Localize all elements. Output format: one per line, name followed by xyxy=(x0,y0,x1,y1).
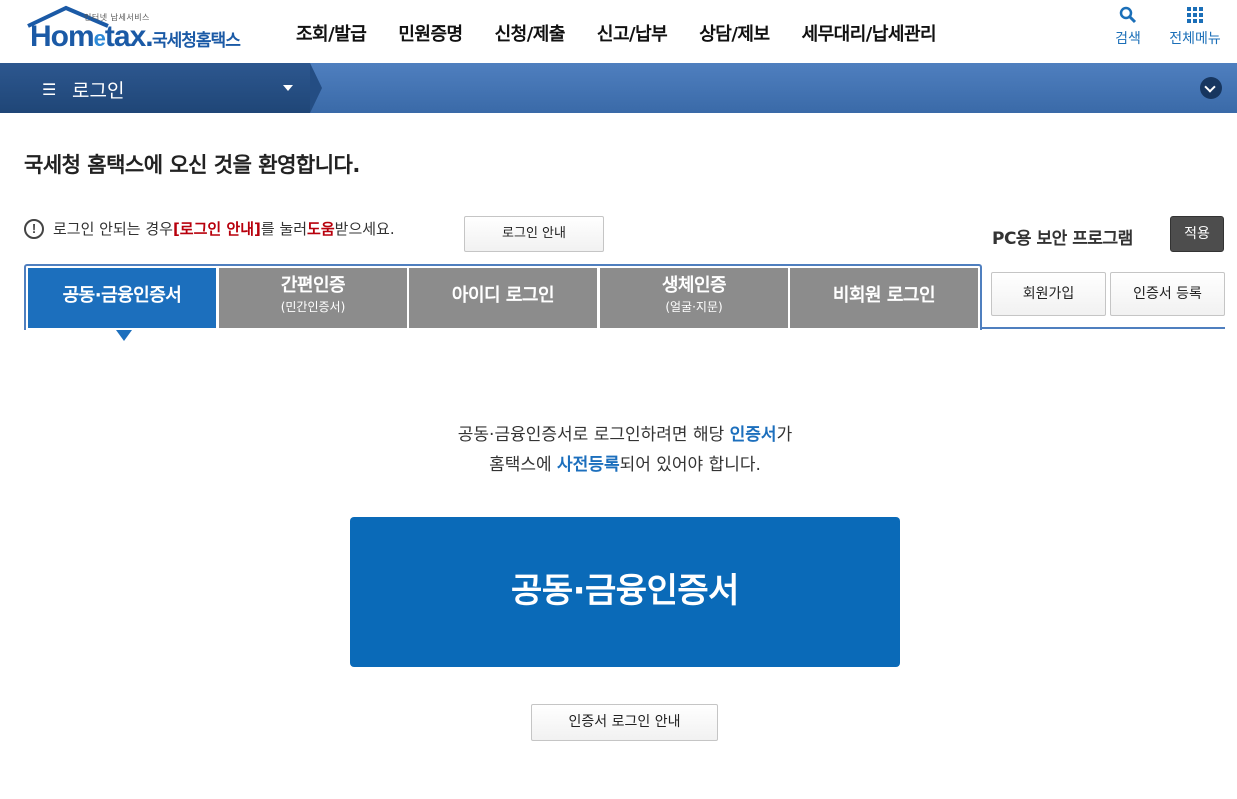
search-icon xyxy=(1119,6,1137,24)
tab-guest-login[interactable]: 비회원 로그인 xyxy=(790,268,978,328)
location-bar: ☰ 로그인 xyxy=(0,63,1237,113)
message-line-2: 홈택스에 사전등록되어 있어야 합니다. xyxy=(489,455,761,475)
tabs-underline xyxy=(982,327,1225,329)
chevron-down-icon[interactable] xyxy=(1200,77,1222,99)
nav-item-consult[interactable]: 상담/제보 xyxy=(699,20,770,46)
join-button[interactable]: 회원가입 xyxy=(991,272,1106,316)
active-tab-pointer xyxy=(116,330,132,341)
certificate-login-button[interactable]: 공동·금융인증서 xyxy=(350,517,900,667)
welcome-heading: 국세청 홈택스에 오신 것을 환영합니다. xyxy=(24,153,360,177)
search-button[interactable]: 검색 xyxy=(1110,6,1146,48)
notice-suffix: 받으세요. xyxy=(334,220,395,238)
exclamation-icon: ! xyxy=(24,218,44,239)
notice-prefix: 로그인 안되는 경우 xyxy=(53,220,173,238)
login-guide-button[interactable]: 로그인 안내 xyxy=(464,216,604,252)
nav-item-apply[interactable]: 신청/제출 xyxy=(495,20,566,46)
breadcrumb-arrow xyxy=(310,63,322,113)
notice-login-guide-text: [로그인 안내] xyxy=(172,220,261,238)
certificate-login-guide-button[interactable]: 인증서 로그인 안내 xyxy=(531,704,718,741)
site-header: 인터넷 납세서비스 Hometax. 국세청홈택스 조회/발급 민원증명 신청/… xyxy=(0,0,1237,63)
pc-security-label: PC용 보안 프로그램 xyxy=(992,229,1133,249)
message-line-1: 공동·금융인증서로 로그인하려면 해당 인증서가 xyxy=(457,425,793,445)
all-menu-label: 전체메뉴 xyxy=(1169,31,1221,47)
grid-icon xyxy=(1187,7,1203,23)
logo-korean-name: 국세청홈택스 xyxy=(152,31,241,51)
notice-middle: 를 눌러 xyxy=(260,220,308,238)
certificate-login-message: 공동·금융인증서로 로그인하려면 해당 인증서가 홈택스에 사전등록되어 있어야… xyxy=(0,420,1237,480)
search-label: 검색 xyxy=(1115,31,1141,47)
nav-item-report-pay[interactable]: 신고/납부 xyxy=(597,20,668,46)
hamburger-icon: ☰ xyxy=(42,80,57,99)
main-nav: 조회/발급 민원증명 신청/제출 신고/납부 상담/제보 세무대리/납세관리 xyxy=(280,20,952,46)
nav-item-inquiry[interactable]: 조회/발급 xyxy=(296,20,367,46)
tab-joint-certificate[interactable]: 공동·금융인증서 xyxy=(28,268,216,328)
certificate-register-button[interactable]: 인증서 등록 xyxy=(1110,272,1225,316)
tab-biometric-auth[interactable]: 생체인증 (얼굴·지문) xyxy=(600,268,788,328)
location-dropdown[interactable]: ☰ 로그인 xyxy=(0,63,310,113)
tab-id-login[interactable]: 아이디 로그인 xyxy=(409,268,597,328)
notice-help-text: 도움 xyxy=(307,220,335,238)
pc-security-apply-button[interactable]: 적용 xyxy=(1170,216,1224,252)
login-help-notice: ! 로그인 안되는 경우 [로그인 안내] 를 눌러 도움 받으세요. xyxy=(24,218,395,239)
logo-wordmark: Hometax. xyxy=(30,20,154,53)
nav-item-tax-agent[interactable]: 세무대리/납세관리 xyxy=(802,20,937,46)
all-menu-button[interactable]: 전체메뉴 xyxy=(1160,6,1230,48)
tab-simple-auth[interactable]: 간편인증 (민간인증서) xyxy=(219,268,407,328)
location-title: 로그인 xyxy=(72,80,125,102)
hometax-logo[interactable]: 인터넷 납세서비스 Hometax. 국세청홈택스 xyxy=(24,4,254,60)
nav-item-certificates[interactable]: 민원증명 xyxy=(398,20,463,46)
caret-down-icon xyxy=(283,85,293,91)
